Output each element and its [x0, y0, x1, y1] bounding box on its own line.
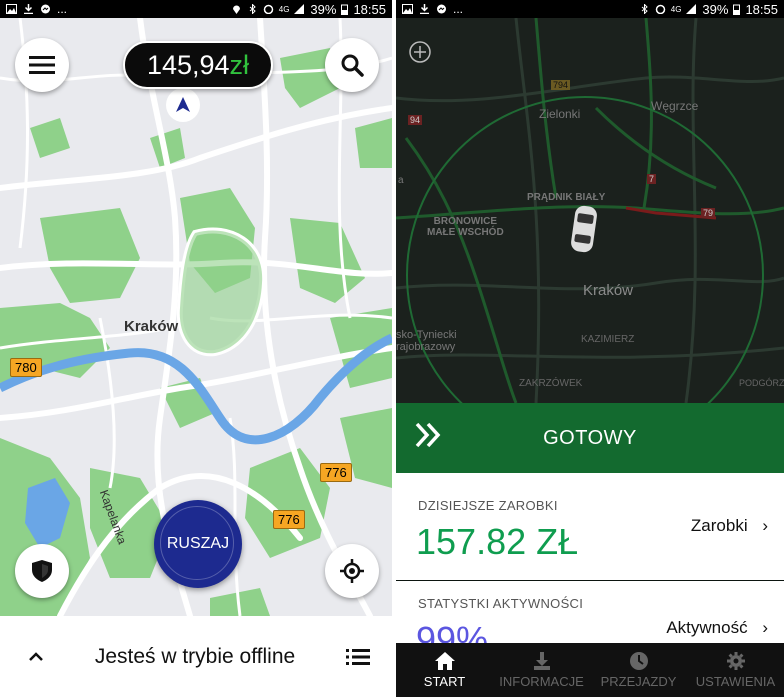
clock-time: 18:55	[353, 1, 386, 17]
status-bar: ... 4G 39% 18:55	[0, 0, 392, 18]
map-label-podgorze: PODGÓRZ	[739, 378, 784, 388]
battery-icon	[341, 4, 349, 15]
nav-label: START	[423, 674, 466, 689]
location-icon	[232, 5, 240, 14]
image-notification-icon	[402, 4, 413, 14]
battery-percent: 39%	[310, 1, 337, 17]
earnings-card-value: 157.82 ZŁ	[416, 521, 579, 562]
chevron-up-icon[interactable]	[28, 651, 44, 662]
nav-item-informacje[interactable]: INFORMACJE	[493, 643, 590, 697]
nav-label: INFORMACJE	[499, 674, 584, 689]
signal-icon	[686, 4, 697, 14]
activity-link[interactable]: Aktywność ›	[666, 618, 768, 638]
menu-button[interactable]	[15, 38, 69, 92]
nav-label: USTAWIENIA	[695, 674, 776, 689]
road-badge-7: 7	[647, 174, 657, 184]
activity-card-label: STATYSTKI AKTYWNOŚCI	[418, 596, 584, 611]
hamburger-menu-icon	[29, 56, 55, 74]
gear-icon	[726, 652, 745, 670]
download-icon	[533, 652, 550, 670]
zoom-in-icon[interactable]	[408, 40, 432, 64]
status-bar: ... 4G 39% 18:55	[396, 0, 784, 18]
chevron-right-icon: ›	[762, 618, 768, 637]
ready-button-label: GOTOWY	[543, 426, 637, 449]
recenter-button[interactable]	[325, 544, 379, 598]
driver-app-right: ... 4G 39% 18:55 Zielonki Węgrzce PRĄDNI…	[396, 0, 784, 697]
road-badge-780: 780	[10, 358, 42, 377]
map-label-zielonki: Zielonki	[539, 107, 581, 121]
more-notifications: ...	[57, 2, 68, 16]
earnings-pill[interactable]: 145,94 zł	[123, 41, 273, 89]
road-badge-79: 79	[701, 208, 716, 218]
bluetooth-icon	[641, 4, 648, 14]
navigation-arrow-icon	[176, 97, 190, 112]
map-label-city: Kraków	[124, 318, 179, 335]
activity-link-label: Aktywność	[666, 618, 748, 637]
earnings-link-label: Zarobki	[690, 516, 748, 535]
road-badge-776: 776	[320, 463, 352, 482]
map-label-city: Kraków	[583, 282, 634, 299]
map-label-kazimierz: KAZIMIERZ	[581, 334, 635, 345]
earnings-card-label: DZISIEJSZE ZAROBKI	[418, 498, 558, 513]
map-label-pradnik: PRĄDNIK BIAŁY	[527, 192, 606, 203]
image-notification-icon	[6, 4, 17, 14]
road-badge-94: 94	[408, 115, 423, 125]
road-badge-776: 776	[273, 510, 305, 529]
earnings-link[interactable]: Zarobki ›	[691, 516, 768, 536]
network-type: 4G	[670, 4, 682, 14]
signal-icon	[294, 4, 305, 14]
bottom-navigation: START INFORMACJE PRZEJAZDY USTAWIENIA	[396, 643, 784, 697]
earnings-currency: zł	[229, 49, 250, 80]
alarm-icon	[263, 4, 273, 14]
map-label-zakrzowek: ZAKRZÓWEK	[519, 378, 583, 389]
go-online-button[interactable]: RUSZAJ	[154, 500, 242, 588]
map-label-tyniecki: sko-Tyniecki rajobrazowy	[396, 329, 457, 353]
driver-app-left: ... 4G 39% 18:55 Kraków Kapelanka 780 77…	[0, 0, 392, 697]
more-notifications: ...	[453, 2, 464, 16]
map-label-bronowice: BRONOWICE MAŁE WSCHÓD	[427, 216, 504, 238]
messenger-notification-icon	[41, 4, 50, 14]
download-notification-icon	[24, 4, 33, 14]
messenger-notification-icon	[437, 4, 446, 14]
dark-map-view[interactable]: Zielonki Węgrzce PRĄDNIK BIAŁY BRONOWICE…	[396, 18, 784, 403]
alarm-icon	[655, 4, 665, 14]
current-position-marker	[166, 88, 200, 122]
earnings-card[interactable]: DZISIEJSZE ZAROBKI 157.82 ZŁ Zarobki ›	[396, 473, 784, 580]
double-chevron-right-icon	[415, 422, 441, 448]
battery-icon	[733, 4, 741, 15]
earnings-amount: 145,94	[146, 49, 230, 80]
ready-bar[interactable]: GOTOWY	[396, 403, 784, 473]
map-label-edge: a	[398, 175, 404, 186]
nav-item-ustawienia[interactable]: USTAWIENIA	[687, 643, 784, 697]
home-icon	[434, 652, 455, 670]
safety-button[interactable]	[15, 544, 69, 598]
activity-card-value: 99%	[416, 619, 489, 643]
download-notification-icon	[420, 4, 429, 14]
network-type: 4G	[278, 4, 290, 14]
search-icon	[341, 54, 364, 77]
status-bottom-bar[interactable]: Jesteś w trybie offline	[0, 616, 392, 697]
nav-item-przejazdy[interactable]: PRZEJAZDY	[590, 643, 687, 697]
locate-me-icon	[340, 559, 364, 583]
offline-status-text: Jesteś w trybie offline	[94, 644, 296, 668]
nav-label: PRZEJAZDY	[600, 674, 677, 689]
road-badge-794: 794	[551, 80, 571, 90]
shield-icon	[32, 560, 52, 582]
list-icon[interactable]	[346, 648, 370, 666]
bluetooth-icon	[249, 4, 256, 14]
nav-item-start[interactable]: START	[396, 643, 493, 697]
chevron-right-icon: ›	[762, 516, 768, 535]
clock-time: 18:55	[745, 1, 778, 17]
activity-card[interactable]: STATYSTKI AKTYWNOŚCI 99% Aktywność ›	[396, 581, 784, 643]
battery-percent: 39%	[702, 1, 729, 17]
map-label-wegrzce: Węgrzce	[651, 99, 699, 113]
clock-icon	[629, 652, 648, 670]
search-button[interactable]	[325, 38, 379, 92]
